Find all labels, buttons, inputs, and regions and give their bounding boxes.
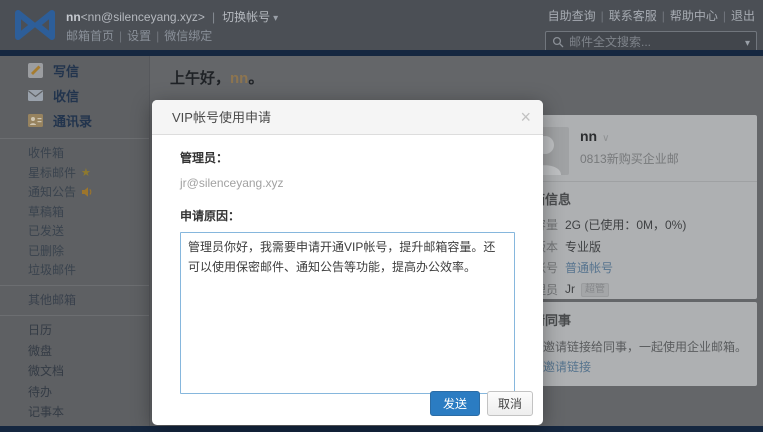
sidebar-other-mailbox[interactable]: 其他邮箱	[0, 290, 149, 310]
link-help-center[interactable]: 帮助中心	[670, 9, 718, 23]
speaker-icon	[82, 187, 92, 197]
sidebar-divider	[0, 314, 149, 316]
compose-pencil-icon	[28, 63, 43, 78]
sidebar-app-weidocs[interactable]: 微文档	[0, 361, 149, 382]
dialog-titlebar: VIP帐号使用申请 ×	[152, 100, 543, 135]
receive-envelope-icon	[28, 90, 43, 101]
account-type-link[interactable]: 普通帐号	[558, 259, 613, 276]
search-icon	[552, 36, 564, 48]
greeting: 上午好，nn。	[170, 70, 264, 87]
header: nn<nn@silenceyang.xyz>|切换帐号 邮箱首页|设置|微信绑定…	[0, 0, 763, 53]
sidebar-app-todo[interactable]: 待办	[0, 381, 149, 402]
account-info: nn<nn@silenceyang.xyz> | 切换帐号	[66, 8, 278, 25]
sidebar-receive-label: 收信	[53, 89, 80, 104]
sidebar-contacts-label: 通讯录	[53, 114, 93, 129]
nav-mail-home[interactable]: 邮箱首页	[66, 29, 114, 43]
profile-org: 0813新购买企业邮	[580, 152, 679, 166]
bottom-strip	[0, 426, 763, 432]
nav-settings[interactable]: 设置	[127, 29, 151, 43]
link-logout[interactable]: 退出	[731, 9, 755, 23]
sidebar-folder-spam[interactable]: 垃圾邮件	[0, 260, 149, 280]
admin-label: 管理员：	[180, 151, 229, 165]
profile-name: nn	[580, 128, 609, 144]
sidebar-folder-announcements[interactable]: 通知公告	[0, 182, 149, 202]
header-nav: 邮箱首页 | 设置 | 微信绑定	[66, 29, 213, 43]
sidebar-folder-inbox[interactable]: 收件箱	[0, 143, 149, 163]
account-address: <nn@silenceyang.xyz>	[80, 10, 205, 24]
sidebar-folder-sent[interactable]: 已发送	[0, 221, 149, 241]
sidebar-receive-button[interactable]: 收信	[0, 83, 149, 108]
sidebar-folder-drafts[interactable]: 草稿箱	[0, 202, 149, 222]
nav-wechat-bind[interactable]: 微信绑定	[164, 29, 212, 43]
contacts-card-icon	[28, 114, 43, 127]
chevron-down-icon[interactable]	[597, 128, 609, 144]
sidebar-app-calendar[interactable]: 日历	[0, 320, 149, 341]
greeting-username: nn	[230, 70, 249, 87]
link-contact-support[interactable]: 联系客服	[609, 9, 657, 23]
send-button[interactable]: 发送	[429, 391, 480, 416]
superadmin-badge: 超管	[581, 282, 609, 297]
sidebar-folder-starred[interactable]: 星标邮件	[0, 163, 149, 183]
dialog-title: VIP帐号使用申请	[172, 110, 271, 125]
link-self-query[interactable]: 自助查询	[548, 9, 596, 23]
sidebar-divider	[0, 138, 149, 139]
sidebar-compose-button[interactable]: 写信	[0, 58, 149, 83]
close-icon[interactable]: ×	[520, 107, 531, 127]
sidebar-app-weidrive[interactable]: 微盘	[0, 340, 149, 361]
header-top-links: 自助查询 | 联系客服 | 帮助中心 | 退出	[547, 9, 755, 23]
account-name: nn	[66, 10, 81, 24]
sidebar-folder-deleted[interactable]: 已删除	[0, 241, 149, 261]
sidebar-divider	[0, 284, 149, 286]
search-scope-caret-icon[interactable]	[742, 33, 750, 51]
star-icon	[81, 165, 91, 179]
sidebar-contacts-button[interactable]: 通讯录	[0, 108, 149, 133]
caret-down-icon	[270, 10, 278, 24]
vip-request-dialog: VIP帐号使用申请 × 管理员： jr@silenceyang.xyz 申请原因…	[152, 100, 543, 425]
switch-account-link[interactable]: 切换帐号	[222, 10, 278, 24]
search-input[interactable]	[569, 35, 742, 49]
admin-email: jr@silenceyang.xyz	[180, 176, 284, 190]
exmail-logo-icon	[15, 10, 55, 40]
invite-description: 发送邀请链接给同事，一起使用企业邮箱。	[519, 340, 748, 354]
cancel-button[interactable]: 取消	[486, 391, 533, 416]
sidebar: 写信 收信 通讯录 收件箱 星标邮件 通知公告	[0, 56, 150, 432]
sidebar-app-notes[interactable]: 记事本	[0, 402, 149, 423]
sidebar-compose-label: 写信	[53, 64, 80, 79]
reason-label: 申请原因：	[180, 209, 241, 223]
reason-textarea[interactable]: 管理员你好，我需要申请开通VIP帐号，提升邮箱容量。还可以使用保密邮件、通知公告…	[180, 232, 515, 394]
